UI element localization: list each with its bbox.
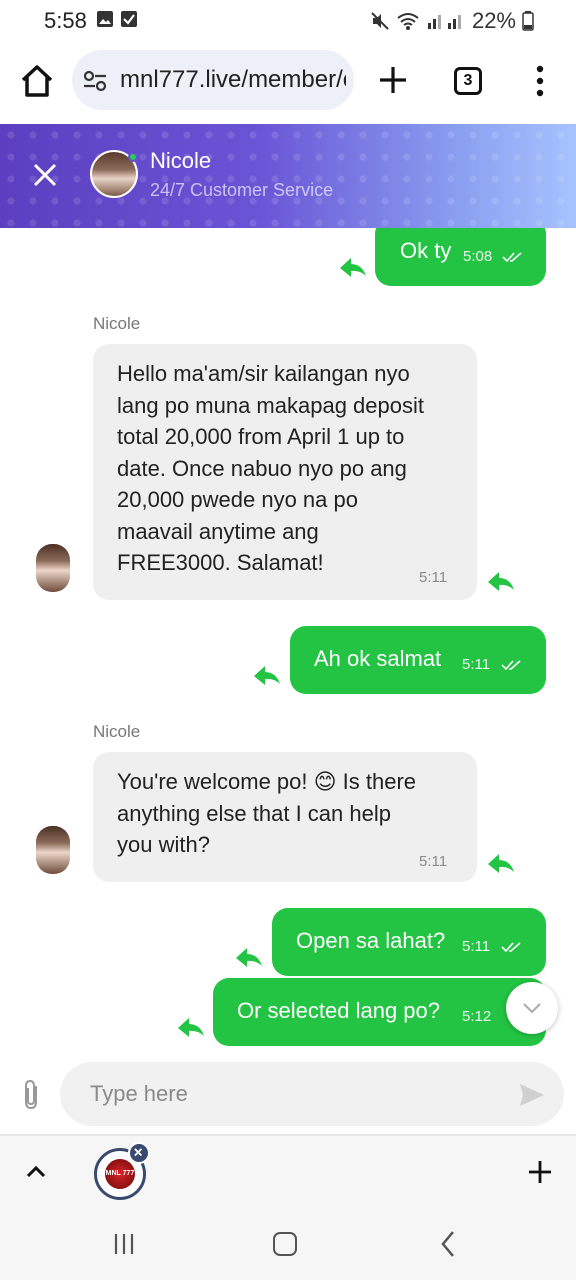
signal-icon — [427, 15, 461, 29]
agent-name: Nicole — [150, 148, 212, 173]
plus-icon[interactable] — [377, 64, 409, 96]
wifi-icon — [397, 13, 419, 30]
chat-header: Nicole 24/7 Customer Service — [0, 124, 576, 228]
site-logo: MNL 777 — [105, 1159, 135, 1189]
paperclip-icon[interactable] — [18, 1078, 46, 1112]
address-bar[interactable]: mnl777.live/member/c — [72, 50, 354, 110]
message-text: Open sa lahat? — [296, 928, 446, 953]
message-time: 5:12 — [462, 1008, 492, 1025]
chevron-down-icon — [523, 1003, 541, 1014]
more-vert-icon[interactable] — [528, 64, 552, 98]
double-check-icon — [502, 252, 522, 263]
reply-icon[interactable] — [176, 1016, 206, 1038]
message-bubble-outgoing[interactable]: Open sa lahat? 5:11 — [272, 908, 546, 976]
reply-icon[interactable] — [338, 256, 368, 278]
message-time: 5:11 — [462, 938, 491, 955]
message-bubble-outgoing[interactable]: Or selected lang po? 5:12 — [213, 978, 546, 1046]
avatar — [36, 544, 70, 592]
battery-percent: 22% — [471, 8, 516, 33]
message-text: Or selected lang po? — [237, 998, 441, 1023]
browser-bottom-bar: MNL 777 — [0, 1136, 576, 1214]
check-square-icon — [121, 11, 137, 27]
message-input[interactable] — [60, 1062, 564, 1126]
close-icon[interactable] — [28, 158, 62, 192]
reply-icon[interactable] — [486, 852, 516, 874]
plus-icon[interactable] — [528, 1160, 552, 1184]
tune-icon[interactable] — [82, 68, 108, 94]
status-bar: 5:58 22% — [0, 0, 576, 40]
message-bubble-incoming[interactable]: Hello ma'am/sir kailangan nyo lang po mu… — [93, 344, 477, 600]
system-navigation-bar — [0, 1214, 576, 1280]
browser-toolbar: mnl777.live/member/c 3 — [0, 40, 576, 124]
battery-icon — [522, 11, 534, 31]
double-check-icon — [501, 942, 521, 953]
send-icon[interactable] — [518, 1082, 546, 1108]
chat-messages[interactable]: Ok ty 5:08 Nicole Hello ma'am/sir kailan… — [0, 228, 576, 1136]
message-text: Ok ty — [400, 238, 452, 263]
url-text: mnl777.live/member/c — [120, 66, 346, 93]
reply-icon[interactable] — [252, 664, 282, 686]
chevron-up-icon[interactable] — [24, 1162, 48, 1180]
agent-subtitle: 24/7 Customer Service — [150, 180, 334, 200]
message-text: Hello ma'am/sir kailangan nyo lang po mu… — [117, 361, 424, 575]
recent-apps-icon[interactable] — [112, 1232, 136, 1256]
online-status-dot — [128, 152, 138, 162]
mute-icon — [371, 12, 389, 30]
message-time: 5:08 — [463, 248, 493, 265]
reply-icon[interactable] — [234, 946, 264, 968]
back-icon[interactable] — [440, 1230, 456, 1258]
status-right: 22% — [370, 8, 534, 34]
sender-name: Nicole — [93, 722, 141, 741]
status-time: 5:58 — [44, 8, 87, 33]
double-check-icon — [501, 660, 521, 671]
image-icon — [97, 11, 113, 27]
message-time: 5:11 — [462, 656, 491, 673]
reply-icon[interactable] — [486, 570, 516, 592]
message-bubble-outgoing[interactable]: Ok ty 5:08 — [375, 228, 546, 286]
home-icon[interactable] — [18, 62, 56, 100]
message-text: Ah ok salmat — [314, 646, 442, 671]
message-time: 5:11 — [419, 853, 448, 870]
tabs-icon[interactable]: 3 — [454, 67, 482, 95]
close-icon[interactable] — [128, 1142, 150, 1164]
avatar — [36, 826, 70, 874]
message-composer — [0, 1052, 576, 1136]
message-time: 5:11 — [419, 569, 448, 586]
message-text: You're welcome po! 😊 Is there anything e… — [117, 769, 417, 857]
scroll-to-bottom-button[interactable] — [506, 982, 558, 1034]
message-bubble-outgoing[interactable]: Ah ok salmat 5:11 — [290, 626, 546, 694]
home-button[interactable] — [273, 1232, 297, 1256]
sender-name: Nicole — [93, 314, 141, 333]
message-bubble-incoming[interactable]: You're welcome po! 😊 Is there anything e… — [93, 752, 477, 882]
